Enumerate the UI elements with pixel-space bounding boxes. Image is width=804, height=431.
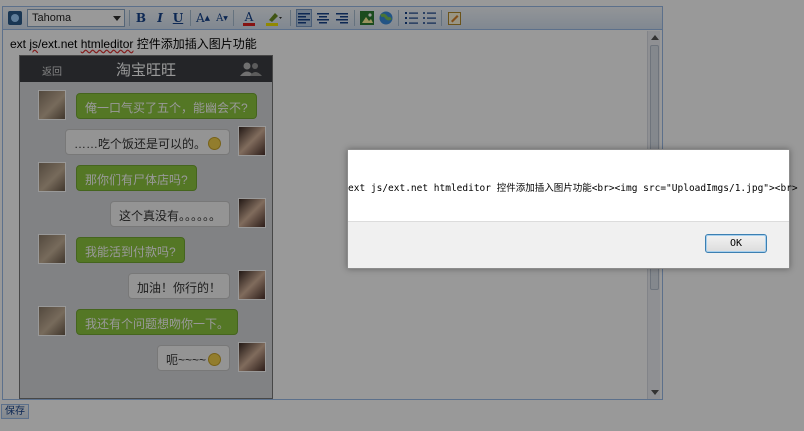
ok-button[interactable]: OK xyxy=(705,234,767,253)
alert-dialog: ext js/ext.net htmleditor 控件添加插入图片功能<br>… xyxy=(347,149,798,269)
alert-footer: OK xyxy=(348,221,789,268)
alert-message: ext js/ext.net htmleditor 控件添加插入图片功能<br>… xyxy=(348,183,798,194)
